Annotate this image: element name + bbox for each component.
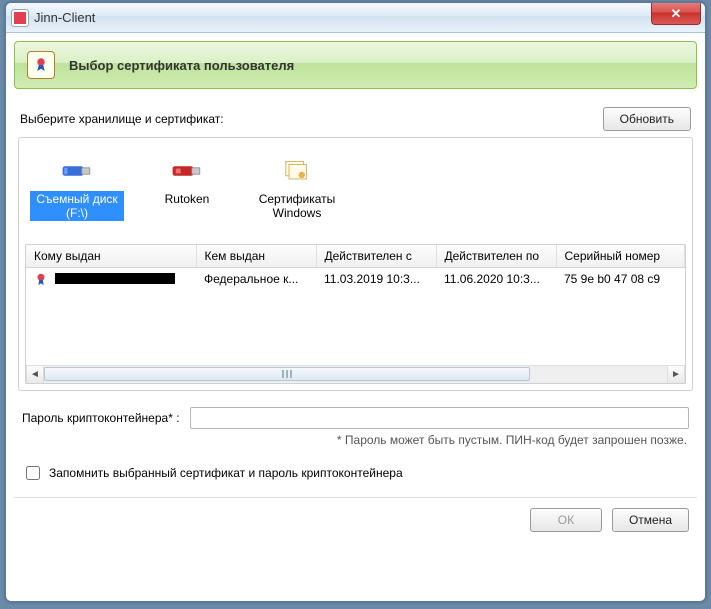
picker-panel: Съемный диск (F:\) Rutoken [18, 137, 693, 391]
scroll-right-button[interactable]: ► [667, 366, 685, 384]
redacted-name [55, 273, 175, 284]
horizontal-scrollbar[interactable]: ◄ ► [26, 365, 685, 383]
dialog-footer: ОК Отмена [14, 497, 697, 532]
cell-valid-from: 11.03.2019 10:3... [316, 268, 436, 291]
scroll-left-button[interactable]: ◄ [26, 366, 44, 384]
rutoken-icon [167, 155, 207, 187]
storage-label: Сертификаты Windows [250, 191, 344, 221]
password-row: Пароль криптоконтейнера* : [14, 391, 697, 429]
table-empty-area [26, 290, 685, 365]
refresh-button[interactable]: Обновить [603, 107, 691, 131]
col-valid-to[interactable]: Действителен по [436, 245, 556, 268]
storage-label: Съемный диск (F:\) [30, 191, 124, 221]
close-icon: ✕ [671, 6, 682, 22]
window-title: Jinn-Client [34, 10, 95, 25]
close-button[interactable]: ✕ [651, 3, 701, 25]
cell-valid-to: 11.06.2020 10:3... [436, 268, 556, 291]
window: Jinn-Client ✕ Выбор сертификата пользова… [5, 2, 706, 602]
password-hint: * Пароль может быть пустым. ПИН-код буде… [14, 429, 697, 459]
scroll-thumb[interactable] [44, 367, 530, 381]
storage-item-rutoken[interactable]: Rutoken [137, 150, 237, 224]
storage-list: Съемный диск (F:\) Rutoken [25, 144, 686, 230]
certificate-table: Кому выдан Кем выдан Действителен с Дейс… [25, 244, 686, 384]
storage-item-windows-certs[interactable]: Сертификаты Windows [247, 150, 347, 224]
cancel-button[interactable]: Отмена [612, 508, 689, 532]
remember-row: Запомнить выбранный сертификат и пароль … [14, 459, 697, 497]
password-label: Пароль криптоконтейнера* : [22, 411, 180, 425]
col-issued-to[interactable]: Кому выдан [26, 245, 196, 268]
col-serial[interactable]: Серийный номер [556, 245, 685, 268]
certificate-badge-icon [27, 51, 55, 79]
client-area: Выбор сертификата пользователя Выберите … [6, 33, 705, 540]
instruction-label: Выберите хранилище и сертификат: [20, 112, 224, 126]
remember-checkbox[interactable] [26, 466, 40, 480]
password-input[interactable] [190, 407, 689, 429]
app-icon [12, 10, 28, 26]
storage-label: Rutoken [161, 191, 214, 207]
col-valid-from[interactable]: Действителен с [316, 245, 436, 268]
cell-serial: 75 9e b0 47 08 c9 [556, 268, 685, 291]
cell-issued-to [26, 268, 196, 291]
dialog-header: Выбор сертификата пользователя [14, 41, 697, 89]
table-header-row: Кому выдан Кем выдан Действителен с Дейс… [26, 245, 685, 268]
usb-drive-icon [57, 155, 97, 187]
cell-issued-by: Федеральное к... [196, 268, 316, 291]
certificate-stack-icon [277, 155, 317, 187]
scroll-track[interactable] [44, 366, 667, 383]
remember-label: Запомнить выбранный сертификат и пароль … [49, 466, 403, 480]
col-issued-by[interactable]: Кем выдан [196, 245, 316, 268]
certificate-icon [34, 272, 48, 286]
ok-button[interactable]: ОК [530, 508, 602, 532]
table-row[interactable]: Федеральное к... 11.03.2019 10:3... 11.0… [26, 268, 685, 291]
dialog-title: Выбор сертификата пользователя [69, 58, 294, 73]
storage-item-removable[interactable]: Съемный диск (F:\) [27, 150, 127, 224]
instruction-row: Выберите хранилище и сертификат: Обновит… [14, 99, 697, 137]
titlebar[interactable]: Jinn-Client ✕ [6, 3, 705, 33]
